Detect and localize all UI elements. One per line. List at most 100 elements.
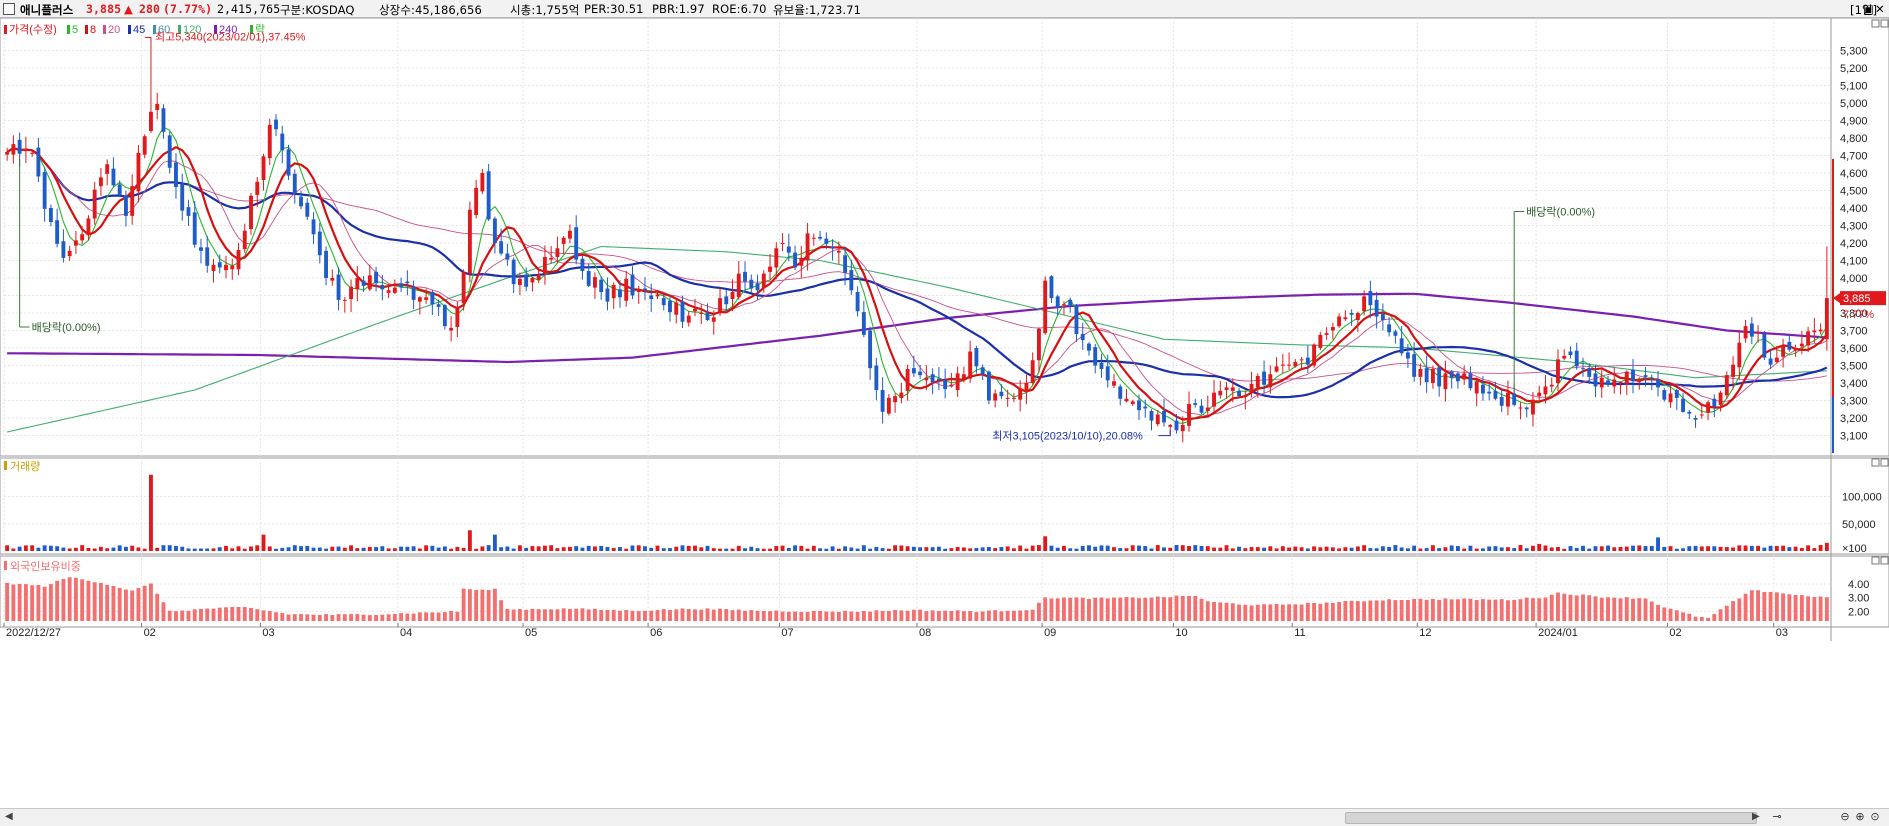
foreign-ratio-bar (455, 611, 460, 621)
candle-body (755, 283, 760, 291)
foreign-ratio-bar (105, 584, 110, 621)
volume-bar (1180, 545, 1185, 551)
volume-bar (1068, 548, 1073, 551)
foreign-ratio-bar (1162, 597, 1166, 621)
zoom-out-icon[interactable]: ⊖ (1838, 810, 1852, 824)
zoom-slider-icon[interactable]: ⊸ (1770, 810, 1784, 824)
foreign-ratio-bar (1818, 596, 1823, 621)
close-window-icon[interactable]: ✕ (1875, 2, 1885, 16)
volume-bar (1168, 547, 1173, 551)
panel-maximize-icon[interactable] (1871, 19, 1880, 28)
candle-body (1305, 357, 1310, 365)
price-tick-label: 4,400 (1840, 203, 1868, 215)
volume-bar (1543, 545, 1548, 551)
foreign-ratio-bar (768, 611, 772, 621)
foreign-ratio-bar (492, 588, 497, 621)
foreign-ratio-bar (405, 613, 410, 621)
candle-body (1224, 387, 1229, 390)
foreign-ratio-bar (936, 610, 941, 621)
zoom-in-icon[interactable]: ⊕ (1853, 810, 1867, 824)
volume-bar (430, 545, 435, 551)
foreign-ratio-bar (1474, 599, 1479, 621)
candle-body (536, 274, 541, 280)
foreign-ratio-bar (130, 590, 135, 621)
volume-bar (580, 547, 585, 551)
panel-close-icon[interactable] (1880, 19, 1889, 28)
volume-bar (130, 545, 135, 551)
volume-bar (799, 545, 804, 551)
foreign-ratio-bar (1237, 604, 1241, 621)
volume-bar (1243, 548, 1248, 551)
candle-body (1399, 338, 1404, 354)
volume-bar (1762, 547, 1767, 551)
legend-swatch (103, 25, 106, 34)
volume-bar (567, 546, 572, 551)
chart-scrollbar[interactable]: ◀ ▶ ⊸ ⊖ ⊕ ⊙ (0, 808, 1889, 826)
volume-bar (224, 545, 228, 551)
volume-bar (1374, 548, 1379, 551)
candle-body (230, 265, 235, 270)
select-checkbox[interactable] (3, 1, 15, 15)
foreign-ratio-bar (36, 584, 41, 621)
candle-body (255, 181, 260, 195)
foreign-tick-label: 2.00 (1848, 606, 1869, 618)
foreign-ratio-bar (1287, 604, 1292, 621)
candle-body (749, 279, 754, 289)
candle-body (786, 246, 791, 253)
candle-body (174, 162, 178, 187)
candle-body (599, 279, 604, 292)
foreign-panel-title: 외국인보유비중 (10, 560, 81, 573)
foreign-ratio-bar (161, 602, 166, 621)
candle-body (286, 149, 291, 176)
panel-maximize-icon[interactable] (1871, 556, 1880, 565)
volume-bar (680, 545, 685, 551)
per-value: PER:30.51 (584, 2, 644, 16)
date-tick-label: 11 (1294, 627, 1305, 639)
volume-bar (386, 548, 391, 551)
volume-bar (1412, 545, 1417, 551)
volume-bar (749, 546, 754, 551)
volume-bar (17, 546, 22, 551)
volume-bar (649, 547, 654, 551)
panel-close-icon[interactable] (1880, 458, 1889, 467)
zoom-reset-icon[interactable]: ⊙ (1868, 810, 1882, 824)
legend-label: 45 (133, 24, 145, 36)
candle-body (1493, 390, 1498, 399)
foreign-ratio-bar (136, 588, 141, 621)
volume-bar (1443, 547, 1448, 551)
volume-bar (1205, 546, 1210, 551)
foreign-ratio-bar (836, 612, 841, 621)
foreign-ratio-bar (549, 609, 554, 621)
volume-bar (1556, 546, 1560, 551)
up-arrow-icon: ▲ (124, 2, 133, 16)
foreign-ratio-bar (1087, 599, 1091, 621)
foreign-ratio-bar (636, 611, 641, 621)
volume-bar (1455, 546, 1460, 551)
volume-bar (605, 546, 610, 551)
price-tick-label: 4,600 (1840, 168, 1868, 180)
scroll-thumb[interactable] (1345, 812, 1757, 824)
volume-bar (1774, 545, 1779, 551)
volume-bar (499, 547, 504, 551)
candle-body (1749, 323, 1754, 337)
panel-maximize-icon[interactable] (1871, 458, 1880, 467)
candle-body (1474, 381, 1479, 394)
candle-body (1781, 345, 1786, 357)
candle-body (1706, 402, 1710, 413)
volume-bar (67, 548, 72, 551)
panel-close-icon[interactable] (1880, 556, 1889, 565)
foreign-ratio-bar (386, 614, 391, 621)
volume-bar (999, 546, 1004, 551)
scroll-right-icon[interactable]: ▶ (1752, 811, 1760, 822)
volume-bar (918, 547, 923, 551)
volume-bar (774, 546, 779, 551)
foreign-ratio-bar (505, 608, 510, 621)
stock-chart[interactable]: 5,300 5,200 5,100 5,000 4,900 4,800 4,700 4,600… (0, 18, 1889, 808)
candle-body (261, 156, 266, 180)
restore-window-icon[interactable]: ▣ (1863, 2, 1874, 16)
scroll-left-icon[interactable]: ◀ (5, 811, 13, 822)
candle-body (1024, 383, 1029, 392)
candle-body (1524, 407, 1529, 410)
volume-bar (199, 548, 203, 551)
candle-body (1568, 351, 1573, 355)
